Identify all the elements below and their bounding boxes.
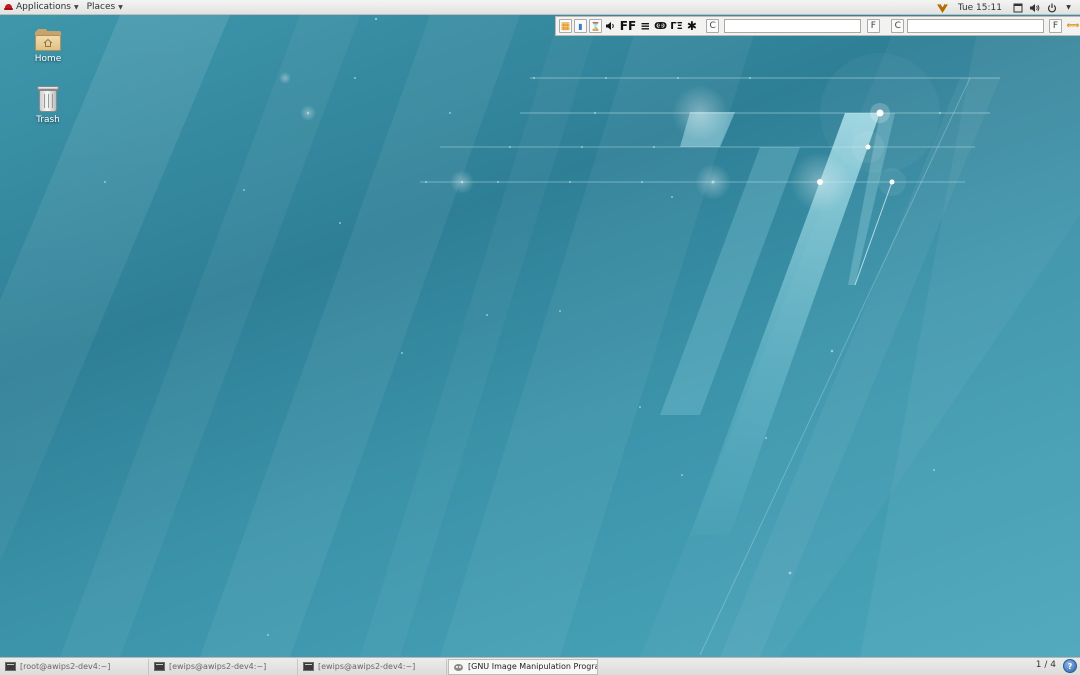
volume-icon[interactable] (1029, 2, 1040, 13)
double-arrow-icon[interactable]: ⟺ (1066, 19, 1080, 33)
home-folder-icon (35, 29, 61, 51)
desktop-icon-trash[interactable]: Trash (23, 86, 73, 125)
taskbar-item-active[interactable]: [GNU Image Manipulation Program] (448, 658, 598, 675)
chevron-down-icon: ▼ (118, 3, 123, 11)
taskbar-item[interactable]: [ewips@awips2-dev4:~] (299, 658, 447, 675)
taskbar-item-label: [ewips@awips2-dev4:~] (169, 662, 267, 671)
battery-icon[interactable]: ▮ (574, 19, 587, 33)
field1-prefix-button[interactable]: C (706, 19, 720, 33)
desktop-icon-home[interactable]: Home (23, 29, 73, 64)
terminal-icon (303, 662, 314, 671)
taskbar-item-label: [root@awips2-dev4:~] (20, 662, 111, 671)
places-menu[interactable]: Places ▼ (83, 0, 127, 15)
grid-icon[interactable]: ▦ (559, 19, 572, 33)
field2-input[interactable] (907, 19, 1044, 33)
menu-lines-icon[interactable]: ≡ (639, 19, 652, 33)
field1-input[interactable] (724, 19, 861, 33)
window-icon[interactable] (1012, 2, 1023, 13)
desktop-icon-label: Home (34, 54, 62, 64)
taskbar-item[interactable]: [root@awips2-dev4:~] (1, 658, 149, 675)
field2-suffix-button[interactable]: F (1048, 19, 1062, 33)
asterisk-icon[interactable]: ✱ (685, 19, 698, 33)
workspace-switcher[interactable]: 1 / 4 (1036, 660, 1056, 670)
speaker-icon[interactable] (604, 19, 617, 33)
trash-icon (37, 86, 59, 112)
gimp-icon (453, 662, 464, 672)
floating-toolbar: ▦ ▮ ⌛ FF ≡ ↂ ΓΞ ✱ C F C F ⟺ (555, 16, 1080, 36)
desktop-icon-label: Trash (36, 115, 60, 125)
taskbar-item-label: [ewips@awips2-dev4:~] (318, 662, 416, 671)
power-icon[interactable] (1046, 2, 1057, 13)
top-panel: Applications ▼ Places ▼ Tue 15:11 ▼ (0, 0, 1080, 15)
redhat-logo-icon (4, 3, 13, 11)
field1-suffix-button[interactable]: F (866, 19, 880, 33)
help-icon[interactable]: ? (1063, 659, 1077, 673)
terminal-icon (5, 662, 16, 671)
network-icon[interactable]: ↂ (654, 19, 668, 33)
desktop-background: Home Trash (0, 15, 1080, 657)
terminal-icon (154, 662, 165, 671)
wallpaper-art (0, 15, 1080, 657)
taskbar-item[interactable]: [ewips@awips2-dev4:~] (150, 658, 298, 675)
clock[interactable]: Tue 15:11 (958, 3, 1002, 13)
applications-menu[interactable]: Applications ▼ (0, 0, 83, 15)
hourglass-icon[interactable]: ⌛ (589, 19, 603, 33)
field2-prefix-button[interactable]: C (891, 19, 905, 33)
chevron-down-icon[interactable]: ▼ (1063, 2, 1074, 13)
tag-icon[interactable]: ΓΞ (670, 19, 684, 33)
tray-app-icon[interactable] (937, 2, 948, 13)
bottom-panel: [root@awips2-dev4:~] [ewips@awips2-dev4:… (0, 657, 1080, 675)
taskbar-item-label: [GNU Image Manipulation Program] (468, 662, 598, 671)
chevron-down-icon: ▼ (73, 3, 79, 11)
places-menu-label: Places (86, 2, 116, 12)
ff-icon[interactable]: FF (619, 19, 636, 33)
applications-menu-label: Applications (16, 2, 71, 12)
